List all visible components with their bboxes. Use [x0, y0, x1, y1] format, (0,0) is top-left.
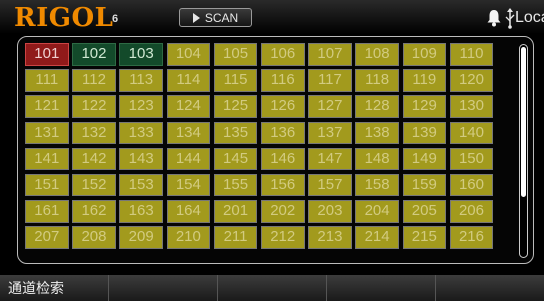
channel-cell[interactable]: 114	[166, 69, 211, 92]
channel-cell[interactable]: 164	[166, 200, 211, 223]
channel-cell[interactable]: 163	[119, 200, 163, 223]
channel-cell[interactable]: 116	[260, 69, 305, 92]
channel-cell[interactable]: 158	[355, 173, 399, 197]
channel-cell[interactable]: 154	[166, 173, 211, 197]
channel-cell[interactable]: 201	[213, 200, 258, 223]
brand-sub: 6	[112, 13, 119, 25]
channel-cell[interactable]: 214	[355, 226, 399, 249]
channel-cell[interactable]: 130	[449, 95, 494, 118]
channel-cell[interactable]: 109	[402, 43, 447, 66]
channel-cell[interactable]: 136	[260, 121, 305, 145]
softkey-2[interactable]	[108, 275, 217, 301]
channel-cell[interactable]: 213	[308, 226, 352, 249]
channel-cell[interactable]: 119	[402, 69, 447, 92]
channel-cell[interactable]: 133	[119, 121, 163, 145]
softkey-5[interactable]	[435, 275, 544, 301]
channel-cell[interactable]: 208	[72, 226, 116, 249]
channel-cell[interactable]: 117	[308, 69, 352, 92]
channel-cell[interactable]: 206	[449, 200, 494, 223]
channel-cell[interactable]: 118	[355, 69, 399, 92]
channel-cell[interactable]: 138	[355, 121, 399, 145]
top-status-bar: RIGOL 6 SCAN Local	[0, 0, 544, 34]
channel-cell[interactable]: 146	[260, 147, 305, 171]
channel-cell[interactable]: 202	[260, 200, 305, 223]
instrument-screen: RIGOL 6 SCAN Local 101102103104105106107…	[0, 0, 544, 301]
channel-cell[interactable]: 156	[260, 173, 305, 197]
channel-cell[interactable]: 211	[213, 226, 258, 249]
scrollbar[interactable]	[519, 44, 528, 258]
channel-cell[interactable]: 127	[308, 95, 352, 118]
channel-cell[interactable]: 141	[25, 147, 69, 171]
channel-cell[interactable]: 103	[119, 43, 163, 66]
channel-cell[interactable]: 123	[119, 95, 163, 118]
channel-cell[interactable]: 207	[25, 226, 69, 249]
channel-cell[interactable]: 132	[72, 121, 116, 145]
channel-cell[interactable]: 159	[402, 173, 447, 197]
channel-cell[interactable]: 104	[166, 43, 211, 66]
channel-cell[interactable]: 106	[260, 43, 305, 66]
channel-cell[interactable]: 128	[355, 95, 399, 118]
channel-cell[interactable]: 126	[260, 95, 305, 118]
channel-cell[interactable]: 147	[308, 147, 352, 171]
channel-cell[interactable]: 210	[166, 226, 211, 249]
softkey-4[interactable]	[326, 275, 435, 301]
channel-cell[interactable]: 121	[25, 95, 69, 118]
channel-cell[interactable]: 122	[72, 95, 116, 118]
channel-cell[interactable]: 112	[72, 69, 116, 92]
channel-cell[interactable]: 107	[308, 43, 352, 66]
channel-cell[interactable]: 137	[308, 121, 352, 145]
channel-cell[interactable]: 125	[213, 95, 258, 118]
channel-cell[interactable]: 144	[166, 147, 211, 171]
channel-cell[interactable]: 160	[449, 173, 494, 197]
channel-cell[interactable]: 142	[72, 147, 116, 171]
channel-cell[interactable]: 148	[355, 147, 399, 171]
channel-cell[interactable]: 115	[213, 69, 258, 92]
channel-cell[interactable]: 113	[119, 69, 163, 92]
channel-cell[interactable]: 140	[449, 121, 494, 145]
brand-logo: RIGOL	[14, 3, 114, 33]
scroll-thumb[interactable]	[521, 47, 526, 197]
channel-cell[interactable]: 145	[213, 147, 258, 171]
channel-cell[interactable]: 205	[402, 200, 447, 223]
channel-cell[interactable]: 203	[308, 200, 352, 223]
channel-cell[interactable]: 215	[402, 226, 447, 249]
softkey-1[interactable]: 通道检索	[0, 275, 108, 301]
channel-cell[interactable]: 143	[119, 147, 163, 171]
channel-cell[interactable]: 108	[355, 43, 399, 66]
channel-cell[interactable]: 129	[402, 95, 447, 118]
channel-cell[interactable]: 149	[402, 147, 447, 171]
remote-status: Local	[515, 9, 544, 26]
channel-grid: 101 102 103 104 105 106 107 108 109 110 111 112 113 1…	[25, 43, 500, 262]
play-icon	[192, 13, 200, 23]
channel-cell[interactable]: 162	[72, 200, 116, 223]
channel-cell[interactable]: 209	[119, 226, 163, 249]
channel-cell[interactable]: 157	[308, 173, 352, 197]
channel-cell[interactable]: 155	[213, 173, 258, 197]
channel-cell[interactable]: 212	[260, 226, 305, 249]
bell-icon	[487, 10, 501, 27]
channel-cell[interactable]: 153	[119, 173, 163, 197]
softkey-3[interactable]	[217, 275, 326, 301]
channel-cell[interactable]: 101	[25, 43, 69, 66]
channel-cell[interactable]: 124	[166, 95, 211, 118]
channel-cell[interactable]: 131	[25, 121, 69, 145]
channel-cell[interactable]: 105	[213, 43, 258, 66]
channel-cell[interactable]: 111	[25, 69, 69, 92]
channel-cell[interactable]: 120	[449, 69, 494, 92]
scan-label: SCAN	[204, 11, 239, 25]
channel-cell[interactable]: 216	[449, 226, 494, 249]
channel-cell[interactable]: 134	[166, 121, 211, 145]
softkey-menu: 通道检索	[0, 275, 544, 301]
channel-cell[interactable]: 150	[449, 147, 494, 171]
channel-cell[interactable]: 152	[72, 173, 116, 197]
channel-cell[interactable]: 204	[355, 200, 399, 223]
channel-cell[interactable]: 135	[213, 121, 258, 145]
channel-cell[interactable]: 151	[25, 173, 69, 197]
channel-cell[interactable]: 139	[402, 121, 447, 145]
channel-cell[interactable]: 110	[449, 43, 494, 66]
scan-button[interactable]: SCAN	[179, 8, 252, 27]
channel-cell[interactable]: 102	[72, 43, 116, 66]
channel-cell[interactable]: 161	[25, 200, 69, 223]
